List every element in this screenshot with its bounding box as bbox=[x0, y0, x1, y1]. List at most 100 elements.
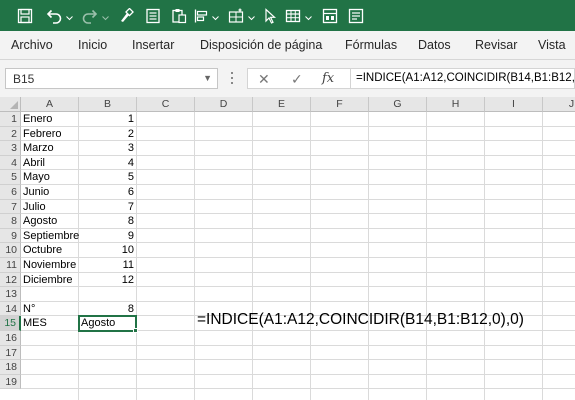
tab-inicio[interactable]: Inicio bbox=[78, 38, 107, 52]
undo-icon[interactable] bbox=[44, 5, 64, 27]
tab-archivo[interactable]: Archivo bbox=[11, 38, 53, 52]
cancel-icon[interactable]: ✕ bbox=[258, 71, 270, 88]
customize-icon[interactable] bbox=[346, 5, 366, 27]
tab-datos[interactable]: Datos bbox=[418, 38, 451, 52]
row-header-13[interactable]: 13 bbox=[0, 287, 21, 302]
ribbon-tabs: Archivo Inicio Insertar Disposición de p… bbox=[0, 31, 575, 60]
row-header-14[interactable]: 14 bbox=[0, 301, 21, 317]
row-header-6[interactable]: 6 bbox=[0, 185, 21, 200]
column-header-e[interactable]: E bbox=[253, 97, 311, 112]
formula-bar: B15 ▼ ✕ ✓ fx =INDICE(A1:A12,COINCIDIR(B1… bbox=[0, 60, 575, 97]
insert-cells-dropdown-icon[interactable] bbox=[248, 10, 255, 21]
insert-function-icon[interactable]: fx bbox=[322, 71, 334, 86]
cell-b4[interactable]: 4 bbox=[79, 156, 134, 170]
cell-b1[interactable]: 1 bbox=[79, 112, 134, 126]
cell-a8[interactable]: Agosto bbox=[23, 214, 57, 228]
row-header-3[interactable]: 3 bbox=[0, 141, 21, 156]
cell-a10[interactable]: Octubre bbox=[23, 243, 62, 257]
table-icon[interactable] bbox=[283, 5, 303, 27]
undo-dropdown-icon[interactable] bbox=[66, 10, 73, 21]
worksheet-grid[interactable]: A B C D E F G H I J 1 2 3 4 5 6 7 8 9 10 11 12 13 14 15 16 17 18 19 E… bbox=[0, 97, 575, 400]
row-header-9[interactable]: 9 bbox=[0, 228, 21, 244]
column-header-d[interactable]: D bbox=[195, 97, 253, 112]
column-header-g[interactable]: G bbox=[369, 97, 427, 112]
cell-b7[interactable]: 7 bbox=[79, 200, 134, 214]
row-header-2[interactable]: 2 bbox=[0, 126, 21, 142]
formula-bar-resize-handle[interactable] bbox=[231, 72, 235, 86]
redo-dropdown-icon[interactable] bbox=[102, 10, 109, 21]
active-cell-selection bbox=[78, 315, 137, 332]
cell-b2[interactable]: 2 bbox=[79, 127, 134, 141]
cell-b10[interactable]: 10 bbox=[79, 243, 134, 257]
align-dropdown-icon[interactable] bbox=[212, 10, 219, 21]
cell-a9[interactable]: Septiembre bbox=[23, 229, 79, 243]
tab-revisar[interactable]: Revisar bbox=[475, 38, 517, 52]
gridline-horizontal bbox=[21, 373, 575, 375]
align-icon[interactable] bbox=[191, 5, 211, 27]
row-header-10[interactable]: 10 bbox=[0, 243, 21, 258]
insert-cells-icon[interactable] bbox=[226, 5, 246, 27]
row-header-4[interactable]: 4 bbox=[0, 155, 21, 171]
cell-b8[interactable]: 8 bbox=[79, 214, 134, 228]
select-objects-icon[interactable] bbox=[261, 5, 279, 27]
enter-icon[interactable]: ✓ bbox=[291, 71, 303, 88]
cell-a5[interactable]: Mayo bbox=[23, 170, 50, 184]
column-header-a[interactable]: A bbox=[21, 97, 79, 112]
row-header-5[interactable]: 5 bbox=[0, 170, 21, 185]
cell-a11[interactable]: Noviembre bbox=[23, 258, 76, 272]
column-header-i[interactable]: I bbox=[485, 97, 543, 112]
cell-b5[interactable]: 5 bbox=[79, 170, 134, 184]
cell-a2[interactable]: Febrero bbox=[23, 127, 62, 141]
cell-b11[interactable]: 11 bbox=[79, 258, 134, 272]
filter-icon[interactable] bbox=[320, 5, 340, 27]
row-header-1[interactable]: 1 bbox=[0, 112, 21, 127]
cell-b6[interactable]: 6 bbox=[79, 185, 134, 199]
gridline-horizontal bbox=[21, 359, 575, 361]
name-box-value: B15 bbox=[13, 72, 35, 86]
cell-a15[interactable]: MES bbox=[23, 316, 47, 330]
formula-input[interactable]: =INDICE(A1:A12,COINCIDIR(B14,B1:B12,0),0… bbox=[350, 68, 575, 89]
cell-b3[interactable]: 3 bbox=[79, 141, 134, 155]
row-header-18[interactable]: 18 bbox=[0, 360, 21, 375]
chevron-down-icon[interactable]: ▼ bbox=[203, 73, 212, 83]
name-box[interactable]: B15 ▼ bbox=[5, 68, 218, 89]
paste-values-icon[interactable] bbox=[169, 5, 189, 27]
column-header-f[interactable]: F bbox=[311, 97, 369, 112]
tab-vista[interactable]: Vista bbox=[538, 38, 566, 52]
row-header-17[interactable]: 17 bbox=[0, 345, 21, 361]
row-header-16[interactable]: 16 bbox=[0, 331, 21, 346]
redo-icon[interactable] bbox=[80, 5, 100, 27]
cell-a6[interactable]: Junio bbox=[23, 185, 49, 199]
tab-insertar[interactable]: Insertar bbox=[132, 38, 174, 52]
column-header-b[interactable]: B bbox=[79, 97, 137, 112]
cell-a12[interactable]: Diciembre bbox=[23, 273, 73, 287]
formula-bar-buttons: ✕ ✓ fx bbox=[247, 68, 350, 89]
cell-a3[interactable]: Marzo bbox=[23, 141, 54, 155]
select-all-button[interactable] bbox=[0, 97, 21, 112]
save-icon[interactable] bbox=[14, 5, 36, 27]
column-header-j[interactable]: J bbox=[543, 97, 575, 112]
table-dropdown-icon[interactable] bbox=[305, 10, 312, 21]
tab-disposicion-de-pagina[interactable]: Disposición de página bbox=[200, 38, 322, 52]
cell-a7[interactable]: Julio bbox=[23, 200, 46, 214]
form-icon[interactable] bbox=[143, 5, 163, 27]
tab-formulas[interactable]: Fórmulas bbox=[345, 38, 397, 52]
fill-handle[interactable] bbox=[133, 328, 138, 333]
column-header-h[interactable]: H bbox=[427, 97, 485, 112]
column-header-c[interactable]: C bbox=[137, 97, 195, 112]
cell-b14[interactable]: 8 bbox=[79, 302, 134, 316]
row-header-8[interactable]: 8 bbox=[0, 214, 21, 229]
cell-b12[interactable]: 12 bbox=[79, 273, 134, 287]
format-painter-icon[interactable] bbox=[116, 5, 136, 27]
cell-a14[interactable]: N° bbox=[23, 302, 35, 316]
row-header-7[interactable]: 7 bbox=[0, 199, 21, 215]
gridline-horizontal bbox=[21, 388, 575, 390]
cell-a1[interactable]: Enero bbox=[23, 112, 52, 126]
row-header-12[interactable]: 12 bbox=[0, 272, 21, 288]
row-header-11[interactable]: 11 bbox=[0, 258, 21, 273]
row-header-15[interactable]: 15 bbox=[0, 316, 21, 331]
cell-b9[interactable]: 9 bbox=[79, 229, 134, 243]
row-header-19[interactable]: 19 bbox=[0, 374, 21, 390]
gridline-horizontal bbox=[21, 344, 575, 346]
cell-a4[interactable]: Abril bbox=[23, 156, 45, 170]
